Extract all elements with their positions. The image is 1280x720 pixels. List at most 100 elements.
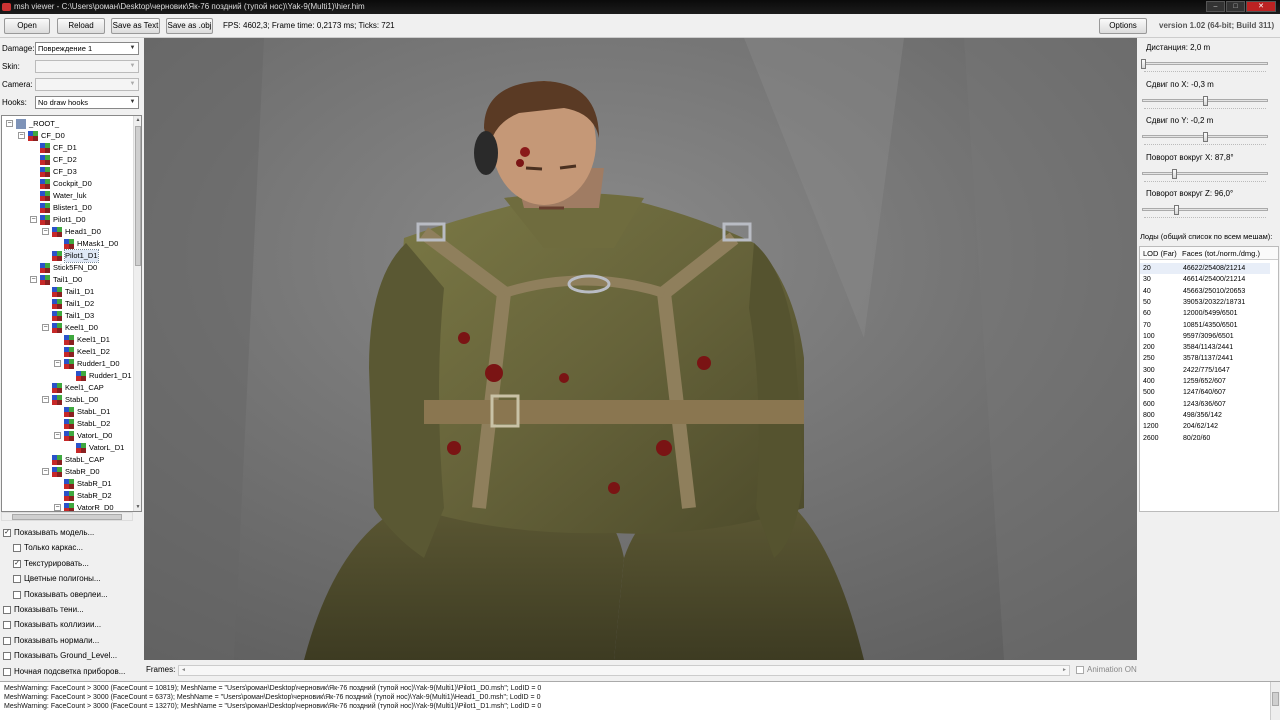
tree-node[interactable]: Tail1_D3 — [2, 310, 134, 322]
log-scroll-thumb[interactable] — [1272, 692, 1279, 706]
slider-thumb[interactable] — [1203, 132, 1208, 142]
tree-scroll-thumb[interactable] — [135, 126, 141, 266]
scroll-up-icon[interactable]: ▲ — [134, 116, 141, 124]
tree-node[interactable]: − Rudder1_D0 — [2, 358, 134, 370]
lod-row[interactable]: 20 46622/25408/21214 — [1140, 263, 1270, 274]
collapse-toggle-icon[interactable]: − — [30, 276, 37, 283]
slider-thumb[interactable] — [1141, 59, 1146, 69]
tree-node[interactable]: − StabL_D0 — [2, 394, 134, 406]
log-output[interactable]: MeshWarning: FaceCount > 3000 (FaceCount… — [0, 681, 1280, 720]
chevron-right-icon[interactable]: ► — [1060, 666, 1069, 675]
save-as-obj-button[interactable]: Save as .obj — [166, 18, 213, 34]
tree-node[interactable]: Pilot1_D1 — [2, 249, 134, 263]
checkbox-box[interactable] — [3, 667, 11, 676]
reload-button[interactable]: Reload — [57, 18, 105, 34]
tree-node[interactable]: StabR_D2 — [2, 490, 134, 502]
slider-thumb[interactable] — [1203, 95, 1208, 106]
tree-node[interactable]: − Tail1_D0 — [2, 274, 134, 286]
tree-node[interactable]: VatorL_D1 — [2, 442, 134, 454]
frames-slider[interactable]: ◄ ► — [178, 665, 1070, 676]
collapse-toggle-icon[interactable]: − — [42, 324, 49, 331]
tree-node[interactable]: Stick5FN_D0 — [2, 262, 134, 274]
checkbox-box[interactable] — [3, 606, 11, 614]
maximize-icon[interactable]: □ — [1226, 1, 1245, 12]
lod-row[interactable]: 100 9597/3096/6501 — [1140, 331, 1270, 342]
lod-row[interactable]: 800 498/356/142 — [1140, 410, 1270, 421]
mesh-tree[interactable]: − _ROOT_ − CF_D0 CF_D1 CF_D2 CF_D3 Cockpit_D0 Wa… — [1, 115, 142, 512]
tree-node[interactable]: Tail1_D1 — [2, 286, 134, 298]
tree-node[interactable]: CF_D3 — [2, 166, 134, 178]
lod-row[interactable]: 200 3584/1143/2441 — [1140, 342, 1270, 353]
skin-select[interactable]: ▼ — [35, 60, 139, 73]
tree-node[interactable]: − _ROOT_ — [2, 118, 134, 130]
checkmark-icon[interactable]: ✓ — [3, 529, 11, 537]
tree-node[interactable]: HMask1_D0 — [2, 238, 134, 250]
lod-row[interactable]: 500 1247/640/607 — [1140, 387, 1270, 398]
tree-horizontal-scrollbar[interactable] — [1, 512, 133, 521]
lod-row[interactable]: 30 46614/25400/21214 — [1140, 274, 1270, 285]
save-as-text-button[interactable]: Save as Text — [111, 18, 160, 34]
lod-row[interactable]: 50 39053/20322/18731 — [1140, 297, 1270, 308]
tree-node[interactable]: CF_D2 — [2, 154, 134, 166]
options-button[interactable]: Options — [1099, 18, 1147, 34]
lod-row[interactable]: 600 1243/636/607 — [1140, 399, 1270, 410]
tree-node[interactable]: Keel1_D2 — [2, 346, 134, 358]
lod-row[interactable]: 1200 204/62/142 — [1140, 421, 1270, 432]
slider-track[interactable] — [1142, 205, 1268, 215]
tree-node[interactable]: − VatorL_D0 — [2, 430, 134, 442]
collapse-toggle-icon[interactable]: − — [54, 360, 61, 367]
tree-node[interactable]: Cockpit_D0 — [2, 178, 134, 190]
tree-node[interactable]: Blister1_D0 — [2, 202, 134, 214]
tree-node[interactable]: Water_luk — [2, 190, 134, 202]
collapse-toggle-icon[interactable]: − — [18, 132, 25, 139]
tree-node[interactable]: CF_D1 — [2, 142, 134, 154]
lod-row[interactable]: 70 10851/4350/6501 — [1140, 320, 1270, 331]
lod-row[interactable]: 2600 80/20/60 — [1140, 433, 1270, 444]
tree-node[interactable]: − StabR_D0 — [2, 466, 134, 478]
collapse-toggle-icon[interactable]: − — [6, 120, 13, 127]
collapse-toggle-icon[interactable]: − — [42, 396, 49, 403]
checkmark-icon[interactable]: ✓ — [13, 559, 21, 568]
tree-node[interactable]: Keel1_D1 — [2, 334, 134, 346]
log-vertical-scrollbar[interactable] — [1270, 682, 1280, 720]
collapse-toggle-icon[interactable]: − — [42, 228, 49, 235]
slider-track[interactable] — [1141, 59, 1268, 69]
collapse-toggle-icon[interactable]: − — [30, 216, 37, 223]
tree-node[interactable]: − VatorR_D0 — [2, 502, 134, 511]
chevron-left-icon[interactable]: ◄ — [179, 666, 188, 675]
lod-row[interactable]: 400 1259/652/607 — [1140, 376, 1270, 387]
slider-track[interactable] — [1142, 95, 1268, 106]
tree-hscroll-thumb[interactable] — [12, 514, 122, 520]
camera-select[interactable]: ▼ — [35, 78, 139, 91]
tree-node[interactable]: Rudder1_D1 — [2, 370, 134, 382]
tree-node[interactable]: StabL_D2 — [2, 418, 134, 430]
tree-node[interactable]: Tail1_D2 — [2, 298, 134, 310]
lod-row[interactable]: 300 2422/775/1647 — [1140, 365, 1270, 376]
tree-node[interactable]: − CF_D0 — [2, 130, 134, 142]
lod-row[interactable]: 60 12000/5499/6501 — [1140, 308, 1270, 319]
lod-row[interactable]: 40 45663/25010/20653 — [1140, 286, 1270, 297]
collapse-toggle-icon[interactable]: − — [54, 432, 61, 439]
checkbox-box[interactable] — [3, 621, 11, 630]
checkbox-box[interactable] — [13, 575, 21, 584]
tree-node[interactable]: − Head1_D0 — [2, 226, 134, 238]
lod-table[interactable]: LOD (Far) Faces (tot./norm./dmg.) 20 4662… — [1139, 246, 1279, 512]
checkbox-box[interactable] — [3, 636, 11, 645]
close-icon[interactable]: ✕ — [1246, 1, 1276, 12]
slider-track[interactable] — [1142, 132, 1268, 142]
checkbox-box[interactable] — [1076, 666, 1084, 674]
collapse-toggle-icon[interactable]: − — [42, 468, 49, 475]
checkbox-box[interactable] — [13, 544, 21, 553]
lod-row[interactable]: 250 3578/1137/2441 — [1140, 353, 1270, 364]
lod-column-header[interactable]: LOD (Far) — [1143, 247, 1177, 260]
faces-column-header[interactable]: Faces (tot./norm./dmg.) — [1182, 247, 1260, 260]
hooks-select[interactable]: No draw hooks ▼ — [35, 96, 139, 109]
damage-select[interactable]: Повреждение 1 ▼ — [35, 42, 139, 55]
tree-node[interactable]: StabL_D1 — [2, 406, 134, 418]
tree-node[interactable]: − Keel1_D0 — [2, 322, 134, 334]
tree-vertical-scrollbar[interactable]: ▲ ▼ — [133, 116, 141, 511]
collapse-toggle-icon[interactable]: − — [54, 504, 61, 511]
checkbox-box[interactable] — [3, 652, 11, 661]
slider-track[interactable] — [1142, 168, 1268, 179]
tree-node[interactable]: StabL_CAP — [2, 454, 134, 466]
